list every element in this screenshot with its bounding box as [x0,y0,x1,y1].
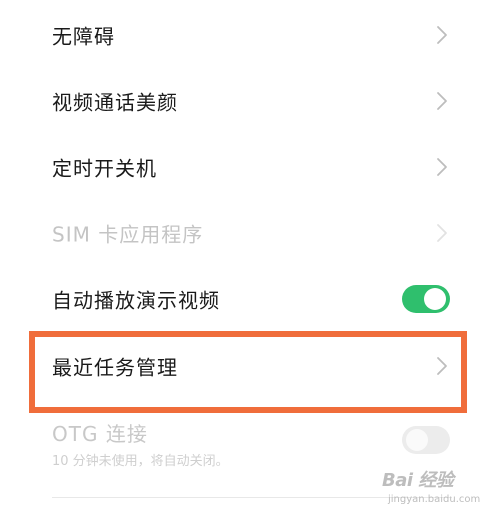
chevron-right-icon [435,90,449,112]
chevron-right-icon [435,222,449,244]
settings-item-label: 视频通话美颜 [52,90,178,115]
settings-item-label: 自动播放演示视频 [52,288,220,313]
settings-item-scheduled-power[interactable]: 定时开关机 [0,134,500,200]
settings-item-accessibility[interactable]: 无障碍 [0,2,500,68]
highlight-box [29,331,467,413]
toggle-knob [424,288,446,310]
settings-item-label: 定时开关机 [52,156,157,181]
watermark-logo: Bai 经验 [382,470,454,491]
toggle-knob [406,429,428,451]
settings-item-label: 无障碍 [52,24,115,49]
settings-item-autoplay-demo-video: 自动播放演示视频 [0,266,500,332]
settings-item-label: SIM 卡应用程序 [52,222,204,247]
watermark-url: jingyan.baidu.com [388,494,481,505]
otg-subtitle: 10 分钟未使用，将自动关闭。 [52,454,229,469]
chevron-right-icon [435,156,449,178]
otg-label: OTG 连接 [52,422,148,446]
settings-item-video-call-beauty[interactable]: 视频通话美颜 [0,68,500,134]
settings-item-sim-apps: SIM 卡应用程序 [0,200,500,266]
chevron-right-icon [435,24,449,46]
watermark: Bai 经验 jingyan.baidu.com [382,466,498,512]
autoplay-demo-toggle[interactable] [402,285,450,313]
otg-toggle [402,426,450,454]
